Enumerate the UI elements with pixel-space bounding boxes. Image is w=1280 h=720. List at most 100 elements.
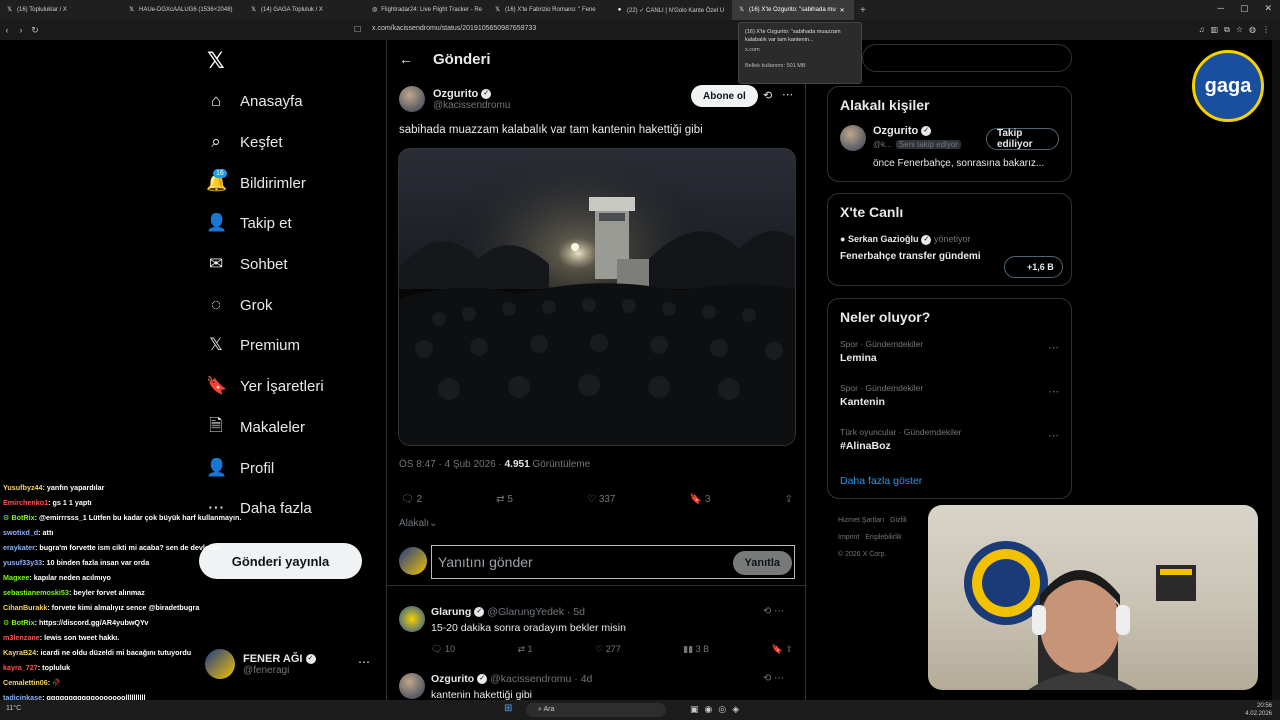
avatar[interactable] [399,606,425,632]
sort-relevance-dropdown[interactable]: Alakalı⌄ [399,518,437,529]
nav-home[interactable]: ⌂ Anasayfa [206,86,303,116]
chat-text: : attı [38,528,54,537]
browser-tab[interactable]: ● (22) ✓ CANLI | N'Golo Kante Özel U [610,0,732,20]
related-person[interactable]: Ozgurito ✓ @k... Seni takip ediyor Takip e… [840,125,1059,175]
browser-tab[interactable]: 𝕏 (16) X'te Fabrizio Romano: " Fene [488,0,610,20]
avatar[interactable] [840,125,866,151]
views-action[interactable]: ▮▮ 3 B [683,644,709,655]
more-icon[interactable]: ⋯ [1048,429,1059,442]
home-icon: ⌂ [210,91,222,110]
tab-label: Flightradar24: Live Flight Tracker - Re [381,7,482,13]
windows-start-icon[interactable]: ⊞ [504,703,512,714]
forward-icon[interactable]: › [14,25,28,35]
reply-action[interactable]: 🗨 10 [431,644,455,655]
live-host[interactable]: ● Serkan Gazioğlu ✓ yönetiyor [840,234,1059,245]
footer-link[interactable]: Imprint [838,534,859,541]
trend-item[interactable]: Spor · Gündemdekiler Lemina ⋯ [840,339,1059,369]
listener-count[interactable]: +1,6 B [1004,256,1063,278]
chat-text: : lewis son tweet hakkı. [39,633,120,642]
bookmark-icon[interactable]: 🔖 ⇪ [772,644,793,655]
back-arrow-icon[interactable]: ← [399,51,413,67]
like-action[interactable]: ♡ 277 [595,644,621,655]
more-icon[interactable]: ⋯ [782,88,793,101]
person-bio: önce Fenerbahçe, sonrasına bakarız... [873,158,1045,169]
nav-label: Premium [240,336,301,354]
clock[interactable]: 20:56 4.02.2026 [1245,702,1272,718]
menu-icon[interactable]: ⋮ [1262,25,1270,35]
browser-tab[interactable]: ◎ Flightradar24: Live Flight Tracker - Re [366,0,488,20]
tab-favicon-icon: 𝕏 [251,6,256,13]
nav-grok[interactable]: ◌ Grok [206,290,273,320]
browser-tab[interactable]: 𝕏 (16) Topluluklar / X [0,0,122,20]
reply-item[interactable]: Glarung ✓ @GlarungYedek · 5d 15-20 dakika… [399,606,799,666]
footer-link[interactable]: Hizmet Şartları [838,517,884,524]
grok-icon[interactable]: ⟲ [763,89,772,102]
like-action[interactable]: ♡ 337 [587,494,615,505]
avatar[interactable] [399,86,425,112]
nav-articles[interactable]: 🗎 Makaleler [206,412,305,442]
repost-icon: ⇄ [496,494,508,505]
reply-input[interactable]: Yanıtını gönder Yanıtla [431,545,795,579]
browser-tab[interactable]: 𝕏 (14) GAGA Topluluk / X [244,0,366,20]
more-icon[interactable]: ⋯ [1048,385,1059,398]
bookmark-action[interactable]: 🔖 3 [690,494,711,505]
nav-profile[interactable]: 👤 Profil [206,453,274,483]
person-handle: @k... Seni takip ediyor [873,140,961,149]
taskbar-search[interactable]: ⌕ Ara [526,703,666,717]
repost-action[interactable]: ⇄ 1 [518,644,533,655]
sidebar-icon[interactable]: ▥ [1211,25,1219,35]
more-icon[interactable]: ⋯ [1048,341,1059,354]
more-icon[interactable]: ⋯ [358,655,370,669]
post-time[interactable]: ÖS 8:47 · 4 Şub 2026 · [399,459,502,470]
search-input[interactable] [862,44,1072,72]
share-icon[interactable]: ⇪ [785,494,793,505]
nav-bookmarks[interactable]: 🔖 Yer İşaretleri [206,371,324,401]
scrollbar[interactable] [1272,40,1280,700]
bookmark-icon[interactable]: ☐ [354,25,361,34]
nav-chat[interactable]: ✉ Sohbet [206,249,288,279]
chat-message: ⚙ BotRix: https://discord.gg/AR4yubwQYv [3,615,283,630]
footer-link[interactable]: Gizlili [890,517,907,524]
account-icon[interactable]: ◍ [1249,25,1256,35]
reply-button[interactable]: Yanıtla [732,551,792,575]
taskbar-apps[interactable]: ▣◉◎◈ [690,704,745,715]
reload-icon[interactable]: ↻ [28,25,42,36]
nav-explore[interactable]: ⌕ Keşfet [206,127,282,157]
favorites-icon[interactable]: ☆ [1236,25,1243,35]
music-icon[interactable]: ♫ [1199,25,1205,35]
subscribe-button[interactable]: Abone ol [691,85,758,107]
browser-tab[interactable]: 𝕏 HAUe-DGXcAALUG6 (1536×2048) [122,0,244,20]
more-icon[interactable]: ⟲ ⋯ [763,673,784,684]
nav-label: Takip et [240,214,292,232]
maximize-icon[interactable]: ▢ [1240,3,1249,14]
minimize-icon[interactable]: ─ [1218,3,1224,14]
reply-text: 15-20 dakika sonra oradayım bekler misin [431,622,626,634]
new-tab-button[interactable]: + [860,5,866,16]
back-icon[interactable]: ‹ [0,25,14,35]
bookmark-icon: 🔖 [689,494,705,505]
repost-action[interactable]: ⇄ 5 [496,494,513,505]
show-more-link[interactable]: Daha fazla göster [840,475,1059,487]
collections-icon[interactable]: ⧉ [1224,25,1230,35]
nav-premium[interactable]: 𝕏 Premium [206,330,300,360]
post-image[interactable] [398,148,796,446]
tab-label: (16) X'te Fabrizio Romano: " Fene [505,7,596,13]
following-button[interactable]: Takip ediliyor [986,128,1059,150]
url-field[interactable]: x.com/kacissendromu/status/2019105650987… [372,25,536,32]
reply-action[interactable]: 🗨 2 [401,494,422,505]
close-window-icon[interactable]: ✕ [1264,3,1272,14]
author-handle: @kacissendromu [433,99,511,111]
more-icon[interactable]: ⟲ ⋯ [763,606,784,617]
trend-item[interactable]: Spor · Gündemdekiler Kantenin ⋯ [840,383,1059,413]
tab-close-icon[interactable]: ✕ [840,7,845,14]
browser-tab-active[interactable]: 𝕏 (16) X'te Ozgurito: "sabihada mu ✕ [732,0,854,20]
nav-follow[interactable]: 👤 Takip et [206,208,292,238]
chat-message: m3lenzane: lewis son tweet hakkı. [3,630,283,645]
footer-link[interactable]: Erişilebilirlik [865,534,902,541]
trend-item[interactable]: Türk oyuncular · Gündemdekiler #AlinaBoz ⋯ [840,427,1059,457]
post-author[interactable]: Ozgurito ✓ @kacissendromu [399,86,510,112]
avatar[interactable] [399,673,425,699]
x-logo[interactable]: 𝕏 [207,48,225,74]
weather-widget[interactable]: 11°C [6,705,21,712]
nav-label: Profil [240,459,275,477]
